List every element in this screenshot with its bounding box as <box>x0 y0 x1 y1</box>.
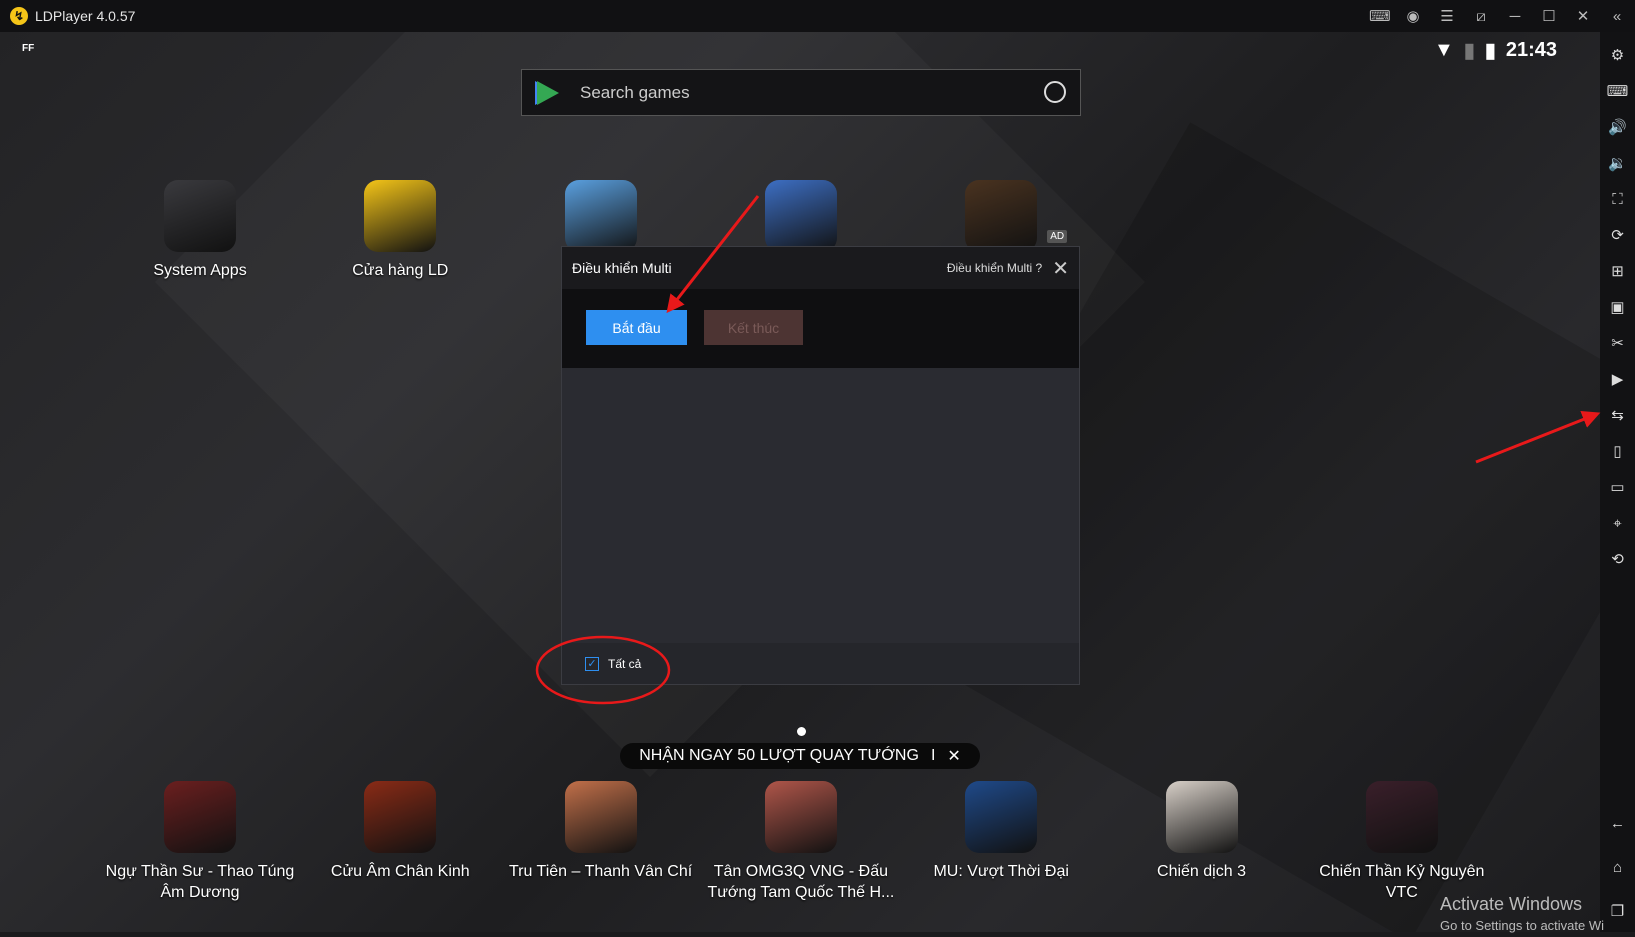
settings-icon[interactable]: ⚙ <box>1606 44 1630 68</box>
multi-control-dialog: Điều khiển Multi Điều khiển Multi ? ✕ Bắ… <box>561 246 1080 685</box>
app-icon <box>364 180 437 252</box>
app-shortcut[interactable]: Chiến Thần Kỷ Nguyên VTC <box>1302 781 1502 903</box>
stop-button[interactable]: Kết thúc <box>704 310 803 345</box>
page-indicator <box>797 727 806 736</box>
collapse-icon[interactable]: « <box>1607 8 1627 25</box>
app-icon <box>965 781 1038 853</box>
app-icon <box>965 180 1038 252</box>
recents-icon[interactable]: ❐ <box>1606 900 1630 924</box>
promo-separator: I <box>930 747 936 764</box>
search-icon[interactable] <box>1044 81 1066 103</box>
minimize-icon[interactable]: ─ <box>1505 8 1525 25</box>
fullscreen-icon[interactable]: ⛶ <box>1606 188 1630 212</box>
volume-down-icon[interactable]: 🔉 <box>1606 152 1630 176</box>
volume-up-icon[interactable]: 🔊 <box>1606 116 1630 140</box>
app-label: System Apps <box>153 262 247 279</box>
sync-icon[interactable]: ⟳ <box>1606 224 1630 248</box>
multi-sync-icon[interactable]: ⇆ <box>1606 404 1630 428</box>
status-indicator: FF <box>22 43 35 54</box>
app-label: Cửu Âm Chân Kinh <box>330 863 470 880</box>
app-label: MU: Vượt Thời Đại <box>933 863 1069 880</box>
promo-banner[interactable]: NHẬN NGAY 50 LƯỢT QUAY TƯỚNG I ✕ <box>620 743 980 769</box>
app-label: Ngự Thần Sư - Thao Túng Âm Dương <box>105 863 295 901</box>
folder-icon[interactable]: ▭ <box>1606 476 1630 500</box>
search-games-bar[interactable]: Search games <box>521 69 1081 116</box>
close-icon[interactable]: ✕ <box>1052 256 1069 281</box>
app-shortcut[interactable]: Cửa hàng LD <box>300 180 500 281</box>
select-all-checkbox[interactable]: ✓ <box>585 656 599 671</box>
app-icon <box>164 781 236 853</box>
rotate-icon[interactable]: ⟲ <box>1606 548 1630 572</box>
app-shortcut[interactable]: Tân OMG3Q VNG - Đấu Tướng Tam Quốc Thế H… <box>701 781 901 903</box>
location-icon[interactable]: ⌖ <box>1606 512 1630 536</box>
help-link[interactable]: Điều khiển Multi ? <box>947 261 1042 275</box>
app-shortcut[interactable]: Cửu Âm Chân Kinh <box>300 781 500 882</box>
app-icon <box>564 781 637 853</box>
ad-badge: AD <box>1047 230 1068 243</box>
maximize-icon[interactable]: ☐ <box>1539 7 1559 25</box>
gamepad-icon[interactable]: ⌨ <box>1369 7 1391 25</box>
dialog-title: Điều khiển Multi <box>572 260 672 276</box>
pin-icon[interactable]: ⧄ <box>1471 8 1491 25</box>
windows-watermark: Activate Windows Go to Settings to activa… <box>1440 894 1605 933</box>
title-bar: ↯ LDPlayer 4.0.57 ⌨ ◉ ☰ ⧄ ─ ☐ ✕ « <box>0 0 1635 32</box>
close-icon[interactable]: ✕ <box>1573 7 1593 25</box>
back-icon[interactable]: ← <box>1606 812 1630 836</box>
app-icon <box>164 180 236 252</box>
start-button[interactable]: Bắt đầu <box>586 310 687 345</box>
signal-icon: ▮ <box>1463 40 1475 62</box>
app-title: LDPlayer 4.0.57 <box>35 8 136 24</box>
app-icon <box>1365 781 1438 853</box>
shake-icon[interactable]: ▯ <box>1606 440 1630 464</box>
app-icon <box>1165 781 1238 853</box>
wifi-icon: ▼ <box>1434 39 1454 61</box>
battery-icon: ▮ <box>1484 40 1496 62</box>
menu-icon[interactable]: ☰ <box>1437 7 1457 25</box>
app-shortcut[interactable]: Ngự Thần Sư - Thao Túng Âm Dương <box>100 781 300 903</box>
app-shortcut[interactable]: MU: Vượt Thời Đại <box>901 781 1101 882</box>
app-icon <box>764 180 837 252</box>
select-all-label: Tất cả <box>608 656 642 671</box>
promo-close-icon[interactable]: ✕ <box>947 746 960 766</box>
right-toolbar: ⚙ ⌨ 🔊 🔉 ⛶ ⟳ ⊞ ▣ ✂ ▶ ⇆ ▯ ▭ ⌖ ⟲ ← ⌂ ❐ <box>1600 32 1635 932</box>
app-icon <box>764 781 837 853</box>
clock: 21:43 <box>1505 39 1557 61</box>
app-label: Tru Tiên – Thanh Vân Chí <box>508 863 693 880</box>
account-icon[interactable]: ◉ <box>1403 7 1423 25</box>
ldplayer-logo-icon: ↯ <box>10 7 28 25</box>
app-label: Cửa hàng LD <box>352 262 449 279</box>
app-shortcut[interactable]: Tru Tiên – Thanh Vân Chí <box>501 781 701 882</box>
record-icon[interactable]: ▶ <box>1606 368 1630 392</box>
app-icon <box>364 781 437 853</box>
scissors-icon[interactable]: ✂ <box>1606 332 1630 356</box>
app-shortcut[interactable]: Chiến dịch 3 <box>1102 781 1302 882</box>
app-label: Chiến dịch 3 <box>1157 863 1246 880</box>
home-icon[interactable]: ⌂ <box>1606 856 1630 880</box>
status-bar: ▼ ▮ ▮ 21:43 <box>1434 38 1557 63</box>
app-shortcut[interactable]: System Apps <box>100 180 300 281</box>
add-screen-icon[interactable]: ⊞ <box>1606 260 1630 284</box>
keyboard-icon[interactable]: ⌨ <box>1606 80 1630 104</box>
app-icon <box>564 180 637 252</box>
apk-icon[interactable]: ▣ <box>1606 296 1630 320</box>
play-store-icon <box>537 80 559 105</box>
promo-text: NHẬN NGAY 50 LƯỢT QUAY TƯỚNG <box>639 747 919 764</box>
app-label: Tân OMG3Q VNG - Đấu Tướng Tam Quốc Thế H… <box>707 863 895 901</box>
search-placeholder: Search games <box>580 82 690 102</box>
